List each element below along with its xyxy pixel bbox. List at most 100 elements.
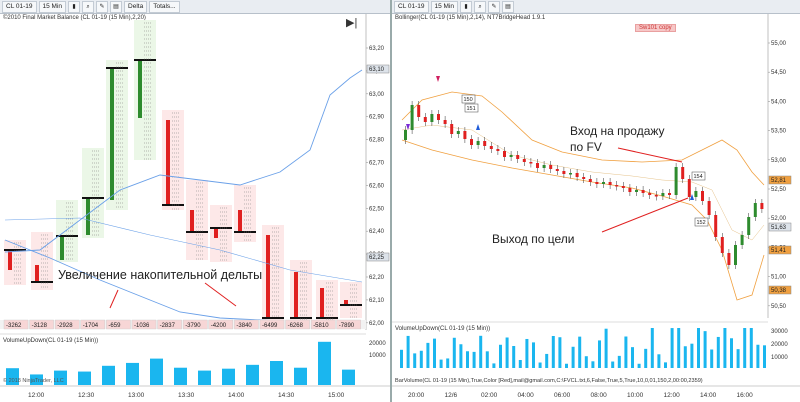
volume-bar bbox=[518, 359, 522, 368]
volume-bar bbox=[512, 345, 516, 368]
volume-bar bbox=[532, 342, 535, 368]
candle-body bbox=[654, 195, 658, 197]
volume-bar bbox=[413, 353, 417, 368]
candle-body bbox=[648, 193, 652, 195]
volume-tick-label: 20000 bbox=[369, 341, 386, 347]
delta-value: -3262 bbox=[6, 323, 22, 329]
volume-tick-label: 20000 bbox=[771, 342, 788, 348]
volume-bar bbox=[558, 337, 562, 368]
volume-tick-label: 30000 bbox=[771, 329, 788, 335]
cumulative-delta-annotation: Увеличение накопительной дельты bbox=[58, 268, 263, 282]
candle-body bbox=[608, 182, 612, 185]
volume-bar bbox=[565, 363, 568, 368]
entry-annotation-line1: Вход на продажу bbox=[570, 124, 665, 138]
volume-bar bbox=[611, 361, 615, 368]
volume-bar bbox=[538, 362, 542, 368]
candle-body bbox=[760, 203, 764, 209]
volume-bar bbox=[446, 358, 450, 368]
candle-body bbox=[753, 203, 757, 217]
volume-tick-label: 10000 bbox=[369, 353, 386, 359]
bollinger-upper bbox=[401, 91, 765, 186]
left-volume-title: VolumeUpDown(CL 01-19 (15 Min)) bbox=[3, 338, 99, 344]
volume-bar bbox=[459, 344, 463, 368]
footprint-cell bbox=[262, 225, 284, 320]
time-tick-label: 14:00 bbox=[228, 392, 245, 399]
price-tick-label: 62,20 bbox=[369, 275, 385, 281]
price-tick-label: 62,50 bbox=[369, 206, 385, 212]
candle-body bbox=[562, 171, 566, 174]
copyright-text: © 2018 NinjaTrader, LLC bbox=[3, 378, 64, 384]
candle-body bbox=[635, 190, 638, 192]
candle-body bbox=[668, 193, 671, 195]
volume-bar bbox=[499, 344, 502, 368]
footprint-cell bbox=[82, 148, 104, 238]
time-tick-label: 16:00 bbox=[737, 392, 754, 399]
candle-body bbox=[595, 182, 599, 184]
volume-tick-label: 10000 bbox=[771, 355, 788, 361]
candle-body bbox=[8, 250, 12, 270]
time-tick-label: 04:00 bbox=[518, 392, 535, 399]
footprint-cell bbox=[210, 205, 232, 262]
price-tick-label: 62,40 bbox=[369, 229, 385, 235]
time-tick-label: 12:00 bbox=[664, 392, 681, 399]
candle-body bbox=[621, 186, 625, 188]
volume-bar bbox=[400, 349, 403, 368]
volume-bar bbox=[551, 336, 555, 368]
candle-body bbox=[138, 60, 142, 118]
time-tick-label: 13:30 bbox=[178, 392, 195, 399]
delta-value: -3840 bbox=[236, 323, 252, 329]
delta-value: -2928 bbox=[57, 323, 73, 329]
footprint-cell bbox=[340, 282, 362, 318]
volume-bar bbox=[102, 365, 115, 385]
price-tick-label: 62,60 bbox=[369, 183, 385, 189]
exit-annotation-arrow bbox=[601, 197, 689, 233]
volume-bar bbox=[690, 343, 694, 368]
candle-body bbox=[687, 179, 691, 197]
volume-bar bbox=[756, 344, 760, 368]
candle-body bbox=[476, 141, 480, 145]
candle-body bbox=[456, 131, 460, 134]
time-tick-label: 14:00 bbox=[700, 392, 717, 399]
candle-body bbox=[569, 173, 572, 175]
candle-body bbox=[35, 265, 39, 282]
level-label: 154 bbox=[694, 174, 703, 180]
candle-body bbox=[60, 236, 64, 260]
price-tick-label: 62,70 bbox=[369, 161, 385, 167]
candle-body bbox=[404, 130, 407, 140]
candle-body bbox=[190, 210, 194, 232]
volume-bar bbox=[150, 358, 163, 385]
candle-body bbox=[674, 167, 678, 195]
candle-body bbox=[483, 141, 487, 146]
candle-body bbox=[463, 131, 467, 139]
time-tick-label: 13:00 bbox=[128, 392, 145, 399]
delta-value: -5810 bbox=[313, 323, 329, 329]
delta-value: -1704 bbox=[83, 323, 99, 329]
candle-body bbox=[529, 162, 533, 164]
candle-body bbox=[522, 159, 526, 162]
volume-bar bbox=[294, 367, 307, 385]
volume-bar bbox=[485, 351, 489, 368]
candle-body bbox=[214, 228, 218, 238]
footprint-cell bbox=[316, 280, 338, 322]
delta-value: -1036 bbox=[134, 323, 150, 329]
volume-bar bbox=[710, 349, 714, 368]
volume-bar bbox=[697, 328, 700, 368]
indicator-status-text: BarVolume(CL 01-19 (15 Min),True,Color [… bbox=[395, 378, 703, 384]
volume-bar bbox=[644, 348, 648, 368]
volume-bar bbox=[545, 353, 549, 368]
candle-body bbox=[542, 165, 546, 168]
volume-bar bbox=[584, 356, 588, 368]
footprint-cell bbox=[186, 180, 208, 260]
volume-bar bbox=[677, 328, 681, 368]
volume-bar bbox=[342, 369, 355, 385]
volume-bar bbox=[670, 328, 674, 368]
volume-bar bbox=[749, 328, 753, 368]
volume-bar bbox=[736, 349, 740, 368]
level-label: 152 bbox=[697, 220, 706, 226]
price-tag-top: 63,10 bbox=[369, 67, 385, 73]
price-tick-label: 50,50 bbox=[771, 304, 787, 310]
delta-value: -2837 bbox=[160, 323, 176, 329]
delta-value: -659 bbox=[108, 323, 121, 329]
volume-bar bbox=[763, 345, 766, 368]
volume-bar bbox=[723, 328, 727, 368]
